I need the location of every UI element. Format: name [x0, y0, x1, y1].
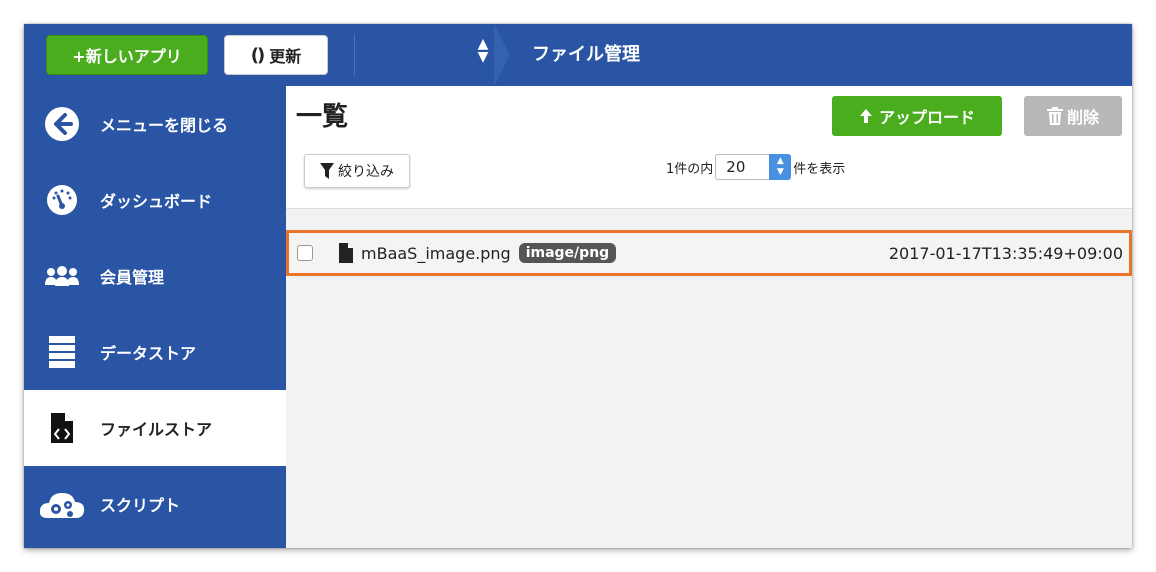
- users-icon: [45, 266, 79, 286]
- filter-label: 絞り込み: [338, 164, 394, 180]
- sidebar-item-label: データストア: [100, 344, 197, 363]
- upload-button[interactable]: アップロード: [832, 96, 1002, 136]
- sidebar-item-filestore[interactable]: ファイルストア: [24, 390, 286, 466]
- refresh-icon: (): [250, 44, 266, 66]
- cloud-gear-icon: [39, 493, 85, 518]
- paging-control: 1件の内 20 ▲ ▼ 件を表示: [666, 152, 845, 182]
- delete-button[interactable]: 削除: [1024, 96, 1122, 136]
- filter-button[interactable]: 絞り込み: [304, 154, 410, 188]
- arrow-left-circle-icon: [45, 107, 79, 141]
- sidebar: メニューを閉じる ダッシュボード 会員管理 データストア ファイルストア スクリ…: [24, 86, 286, 548]
- sidebar-item-datastore[interactable]: データストア: [24, 314, 286, 390]
- sidebar-item-label: ダッシュボード: [100, 192, 213, 211]
- file-checkbox[interactable]: [297, 245, 313, 261]
- file-icon: [339, 243, 353, 263]
- list-header: 一覧 アップロード 削除 絞り込み 1件の内 20 ▲ ▼ 件を表示: [286, 86, 1132, 208]
- select-stepper-icon[interactable]: ▲ ▼: [769, 154, 792, 180]
- file-name[interactable]: mBaaS_image.png: [361, 244, 511, 263]
- sidebar-item-label: メニューを閉じる: [100, 116, 229, 135]
- divider: [286, 208, 1132, 209]
- sort-updown-icon[interactable]: ▲ ▼: [472, 37, 494, 72]
- database-icon: [49, 336, 75, 368]
- page-size-value: 20: [726, 158, 746, 176]
- sidebar-item-label: 会員管理: [100, 268, 165, 287]
- refresh-button[interactable]: () 更新: [224, 35, 328, 75]
- sidebar-item-members[interactable]: 会員管理: [24, 238, 286, 314]
- sidebar-item-label: スクリプト: [100, 496, 181, 515]
- refresh-label: 更新: [269, 47, 302, 66]
- page-size-select[interactable]: 20 ▲ ▼: [715, 154, 792, 180]
- filter-icon: [320, 163, 334, 179]
- page-heading: ファイル管理: [532, 44, 640, 65]
- sidebar-item-label: ファイルストア: [100, 420, 213, 439]
- delete-label: 削除: [1066, 108, 1099, 127]
- new-app-button[interactable]: +新しいアプリ: [46, 35, 208, 75]
- trash-icon: [1046, 107, 1063, 125]
- file-code-icon: [51, 413, 73, 443]
- top-bar: +新しいアプリ () 更新 ▲ ▼ ファイル管理: [24, 24, 1132, 86]
- main-content: 一覧 アップロード 削除 絞り込み 1件の内 20 ▲ ▼ 件を表示 mBaaS…: [286, 86, 1132, 548]
- page-title: 一覧: [296, 102, 349, 132]
- breadcrumb-arrow-icon: [494, 24, 510, 86]
- upload-label: アップロード: [878, 108, 975, 127]
- arrow-up-icon: [859, 109, 872, 123]
- mime-type-badge: image/png: [518, 243, 617, 263]
- paging-suffix: 件を表示: [793, 161, 846, 177]
- sidebar-item-close-menu[interactable]: メニューを閉じる: [24, 86, 286, 162]
- toolbar-divider: [354, 34, 355, 76]
- app-window: +新しいアプリ () 更新 ▲ ▼ ファイル管理 メニューを閉じる ダッシュボー…: [24, 24, 1132, 548]
- sidebar-item-dashboard[interactable]: ダッシュボード: [24, 162, 286, 238]
- file-date: 2017-01-17T13:35:49+09:00: [888, 243, 1123, 263]
- file-row[interactable]: mBaaS_image.png image/png 2017-01-17T13:…: [286, 230, 1132, 276]
- paging-prefix: 1件の内: [666, 161, 714, 177]
- gauge-icon: [47, 185, 77, 215]
- sidebar-item-script[interactable]: スクリプト: [24, 466, 286, 542]
